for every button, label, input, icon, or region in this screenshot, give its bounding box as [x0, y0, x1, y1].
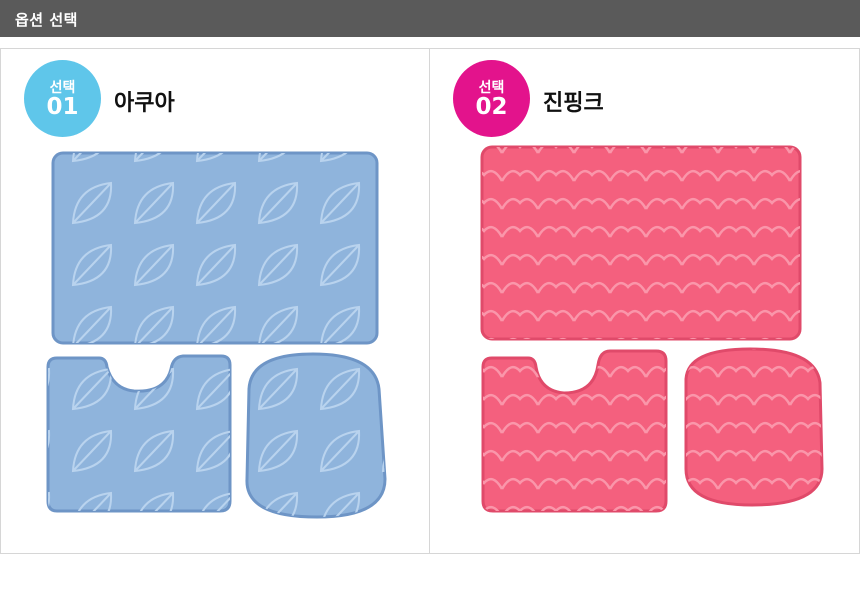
- product-image-pink: [480, 145, 824, 513]
- product-image-aqua: [46, 151, 387, 519]
- option-card-02[interactable]: 선택 02 진핑크: [430, 48, 860, 554]
- section-header: 옵션 선택: [0, 0, 860, 37]
- section-title: 옵션 선택: [15, 11, 78, 29]
- option-card-01[interactable]: 선택 01 아쿠아: [0, 48, 430, 554]
